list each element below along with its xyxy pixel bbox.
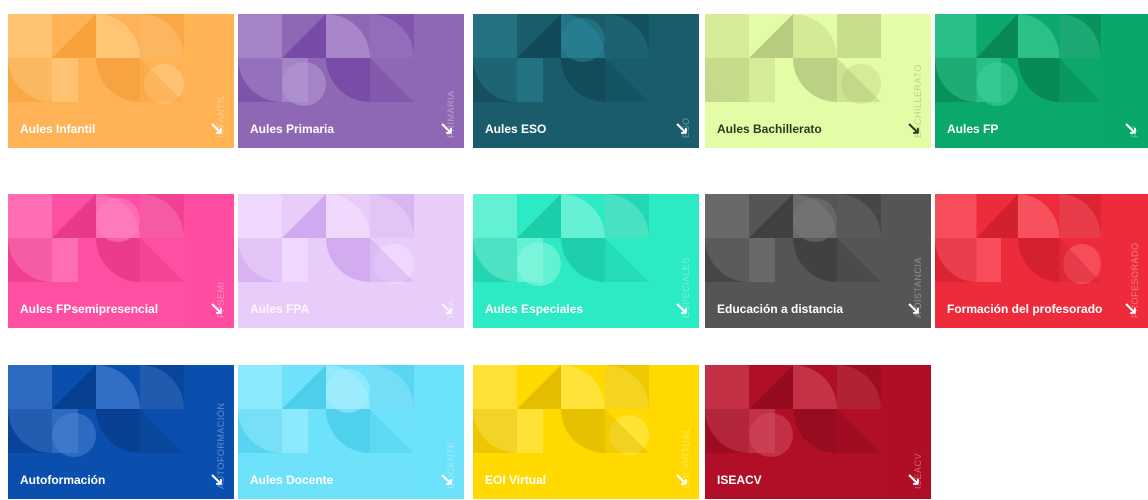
course-tile-primaria[interactable]: PRIMARIA Aules Primaria ↘: [238, 14, 464, 148]
tile-title: EOI Virtual: [485, 473, 547, 487]
tile-title: ISEACV: [717, 473, 762, 487]
arrow-down-right-icon: ↘: [673, 470, 689, 490]
course-tile-profesorado[interactable]: PROFESORADO Formación del profesorado ↘: [935, 194, 1148, 328]
arrow-down-right-icon: ↘: [905, 470, 921, 490]
arrow-down-right-icon: ↘: [905, 119, 921, 139]
tile-title: Aules Infantil: [20, 122, 96, 136]
course-tile-iseacv[interactable]: ISEACV ISEACV ↘: [705, 365, 931, 499]
arrow-down-right-icon: ↘: [673, 119, 689, 139]
tile-title: Aules FPA: [250, 302, 310, 316]
tile-title: Aules FPsemipresencial: [20, 302, 159, 316]
arrow-down-right-icon: ↘: [208, 470, 224, 490]
tile-title: Aules Docente: [250, 473, 334, 487]
arrow-down-right-icon: ↘: [208, 119, 224, 139]
tile-title: Aules Bachillerato: [717, 122, 822, 136]
course-tile-eoi[interactable]: EOI VIRTUAL EOI Virtual ↘: [473, 365, 699, 499]
arrow-down-right-icon: ↘: [1122, 119, 1138, 139]
course-tile-eso[interactable]: ESO Aules ESO ↘: [473, 14, 699, 148]
course-tile-autoformacion[interactable]: AUTOFORMACIÓN Autoformación ↘: [8, 365, 234, 499]
arrow-down-right-icon: ↘: [438, 470, 454, 490]
course-tile-docente[interactable]: DOCENTE Aules Docente ↘: [238, 365, 464, 499]
arrow-down-right-icon: ↘: [1122, 299, 1138, 319]
course-tile-bachillerato[interactable]: BACHILLERATO Aules Bachillerato ↘: [705, 14, 931, 148]
course-tile-fpa[interactable]: FPA Aules FPA ↘: [238, 194, 464, 328]
tile-title: Formación del profesorado: [947, 302, 1103, 316]
arrow-down-right-icon: ↘: [673, 299, 689, 319]
tile-title: Aules Primaria: [250, 122, 335, 136]
arrow-down-right-icon: ↘: [438, 299, 454, 319]
course-tile-especiales[interactable]: ESPECIALES Aules Especiales ↘: [473, 194, 699, 328]
course-tile-infantil[interactable]: INFANTIL Aules Infantil ↘: [8, 14, 234, 148]
arrow-down-right-icon: ↘: [438, 119, 454, 139]
tile-title: Aules ESO: [485, 122, 547, 136]
course-tile-fpsemi[interactable]: FPSEMI Aules FPsemipresencial ↘: [8, 194, 234, 328]
course-tile-fp[interactable]: FP Aules FP ↘: [935, 14, 1148, 148]
course-tile-distancia[interactable]: A DISTANCIA Educación a distancia ↘: [705, 194, 931, 328]
tile-title: Aules FP: [947, 122, 999, 136]
tile-title: Educación a distancia: [717, 302, 844, 316]
arrow-down-right-icon: ↘: [905, 299, 921, 319]
tile-title: Autoformación: [20, 473, 106, 487]
tile-title: Aules Especiales: [485, 302, 584, 316]
arrow-down-right-icon: ↘: [208, 299, 224, 319]
